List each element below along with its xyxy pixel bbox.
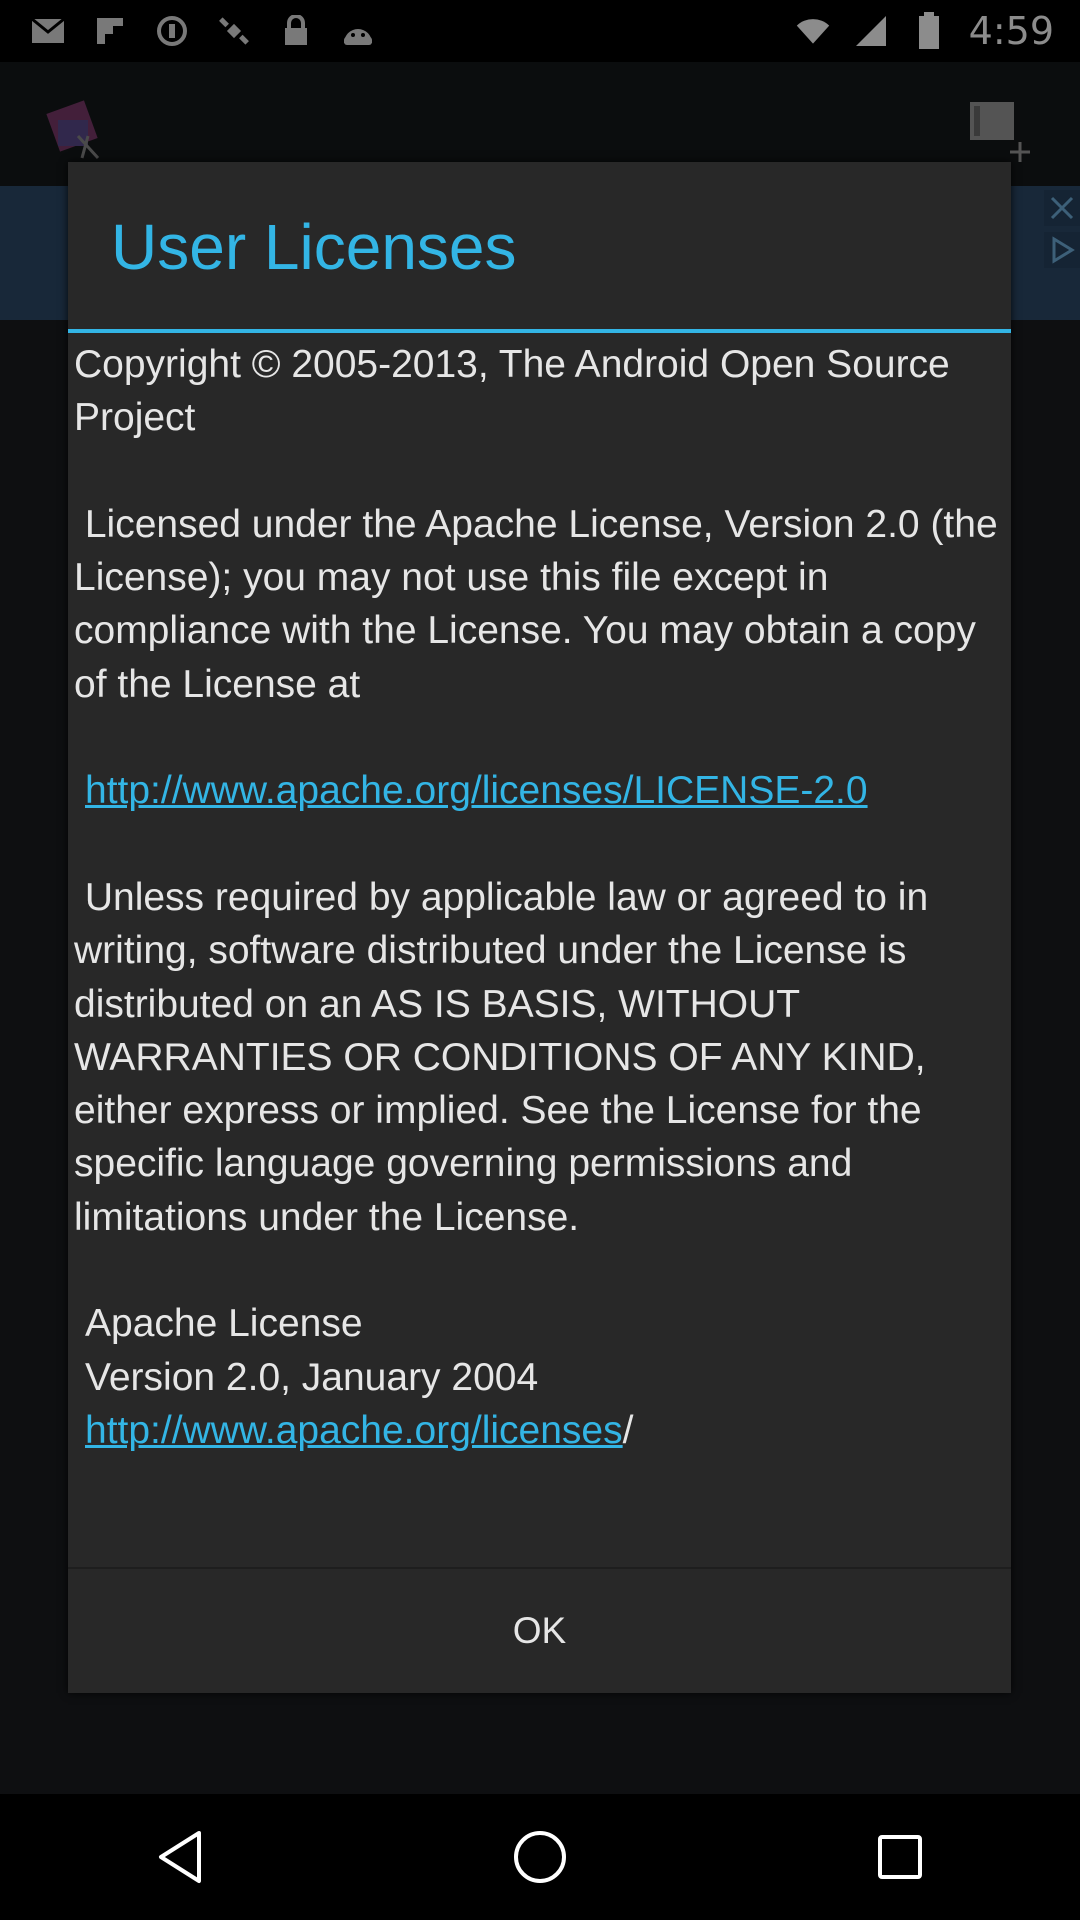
recents-icon[interactable] bbox=[860, 1817, 940, 1897]
link-trailing-slash: / bbox=[622, 1408, 634, 1452]
license-2-0-link[interactable]: http://www.apache.org/licenses/LICENSE-2… bbox=[85, 769, 868, 812]
apache-license-version: Version 2.0, January 2004 bbox=[85, 1355, 539, 1399]
license-text[interactable]: Copyright © 2005-2013, The Android Open … bbox=[74, 338, 1009, 1566]
home-icon[interactable] bbox=[500, 1817, 580, 1897]
navigation-bar bbox=[0, 1794, 1080, 1920]
licenses-link[interactable]: http://www.apache.org/licenses bbox=[85, 1409, 623, 1452]
dialog-title: User Licenses bbox=[111, 211, 517, 283]
apache-license-heading: Apache License bbox=[85, 1302, 363, 1346]
licenses-link-line: http://www.apache.org/licenses/ bbox=[74, 1404, 1009, 1457]
title-divider bbox=[68, 329, 1011, 333]
copyright-text: Copyright © 2005-2013, The Android Open … bbox=[74, 343, 961, 440]
user-licenses-dialog: User Licenses Copyright © 2005-2013, The… bbox=[68, 162, 1011, 1693]
ok-button[interactable]: OK bbox=[68, 1569, 1011, 1693]
screen: 4:59 User Licenses Copyright © 2005-2013… bbox=[0, 0, 1080, 1920]
back-icon[interactable] bbox=[140, 1817, 220, 1897]
warranty-disclaimer-text: Unless required by applicable law or agr… bbox=[74, 875, 940, 1239]
license-link-container: http://www.apache.org/licenses/LICENSE-2… bbox=[74, 764, 1009, 817]
license-notice-text: Licensed under the Apache License, Versi… bbox=[74, 502, 1009, 706]
dialog-header: User Licenses bbox=[68, 162, 1011, 330]
